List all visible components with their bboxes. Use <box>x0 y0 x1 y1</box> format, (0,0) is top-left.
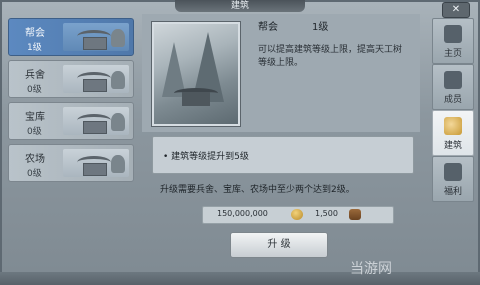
building-icon <box>444 117 462 135</box>
welfare-icon <box>444 163 462 181</box>
requirement-text: • 建筑等级提升到5级 <box>163 152 249 162</box>
tree-shape <box>111 113 125 131</box>
tab-label: 福利 <box>443 187 462 197</box>
window-title: 建筑 <box>175 0 305 12</box>
building-image <box>152 22 240 126</box>
tab-label: 成员 <box>443 95 462 105</box>
tab-label: 建筑 <box>443 141 462 151</box>
watermark-logo: 当游网 <box>350 261 392 277</box>
tree-shape <box>111 29 125 47</box>
pavilion-body <box>182 92 210 106</box>
tab-members[interactable]: 成员 <box>432 64 474 110</box>
detail-building-level: 1级 <box>312 22 329 33</box>
building-item-barracks[interactable]: 兵舍 0级 <box>8 60 134 98</box>
building-name: 兵舍 <box>25 70 45 81</box>
building-shape <box>83 79 107 92</box>
building-level: 0级 <box>27 127 42 137</box>
tree-shape <box>111 71 125 89</box>
tree-shape <box>111 155 125 173</box>
building-thumbnail <box>63 23 129 51</box>
building-shape <box>83 163 107 176</box>
home-icon <box>444 25 462 43</box>
building-level: 1级 <box>27 43 42 53</box>
building-name: 宝库 <box>25 112 45 123</box>
building-shape <box>83 37 107 50</box>
building-detail-panel: 帮会 1级 可以提高建筑等级上限，提高天工树等级上限。 • 建筑等级提升到5级 … <box>142 14 420 272</box>
building-name: 帮会 <box>25 28 45 39</box>
building-item-farm[interactable]: 农场 0级 <box>8 144 134 182</box>
tab-home[interactable]: 主页 <box>432 18 474 64</box>
bottom-frame <box>0 272 480 285</box>
wood-icon <box>349 209 361 220</box>
detail-building-name: 帮会 <box>258 22 278 33</box>
building-thumbnail <box>63 149 129 177</box>
cost-wood-value: 1,500 <box>315 209 338 218</box>
building-item-treasury[interactable]: 宝库 0级 <box>8 102 134 140</box>
building-shape <box>83 121 107 134</box>
upgrade-cost: 150,000,000 1,500 <box>202 206 394 224</box>
building-thumbnail <box>63 107 129 135</box>
close-button[interactable]: ✕ <box>442 2 470 18</box>
members-icon <box>444 71 462 89</box>
building-level: 0级 <box>27 85 42 95</box>
tab-building[interactable]: 建筑 <box>432 110 474 156</box>
building-name: 农场 <box>25 154 45 165</box>
tab-label: 主页 <box>443 49 462 59</box>
gold-coin-icon <box>291 209 303 220</box>
upgrade-button[interactable]: 升 级 <box>230 232 328 258</box>
tab-welfare[interactable]: 福利 <box>432 156 474 202</box>
requirement-box: • 建筑等级提升到5级 <box>152 136 414 174</box>
upgrade-note: 升级需要兵舍、宝库、农场中至少两个达到2级。 <box>160 185 355 195</box>
game-window: 建筑 ✕ 帮会 1级 兵舍 0级 宝库 0级 农场 0级 帮会 1级 可以提高建… <box>0 0 480 285</box>
cost-gold-value: 150,000,000 <box>217 209 268 218</box>
building-thumbnail <box>63 65 129 93</box>
building-item-guild[interactable]: 帮会 1级 <box>8 18 134 56</box>
detail-description: 可以提高建筑等级上限，提高天工树等级上限。 <box>258 45 403 68</box>
building-level: 0级 <box>27 169 42 179</box>
